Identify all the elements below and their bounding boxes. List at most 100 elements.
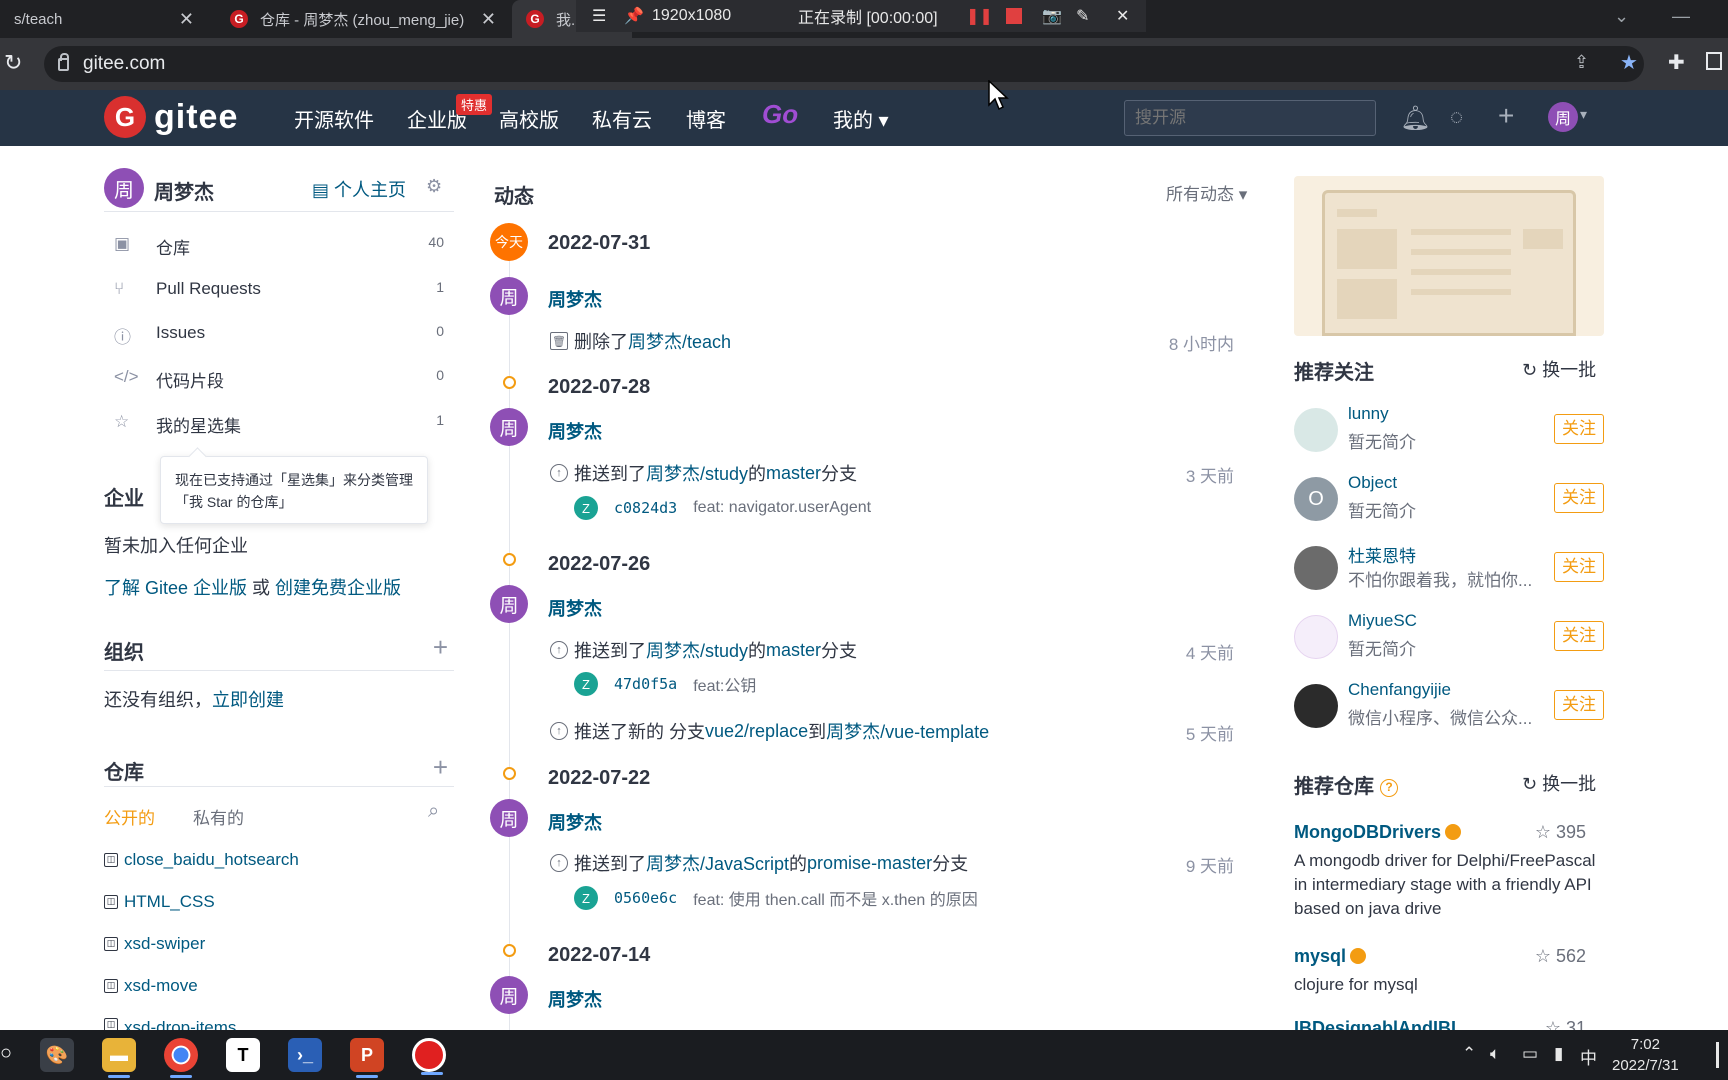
nav-open-source[interactable]: 开源软件 [294, 104, 374, 133]
nav-blog[interactable]: 博客 [686, 104, 726, 133]
branch-link[interactable]: master [766, 463, 821, 484]
list-item[interactable]: ◫ HTML_CSS [104, 892, 215, 912]
repo-link[interactable]: 周梦杰/vue-template [826, 718, 989, 744]
avatar[interactable] [1294, 615, 1338, 659]
feed-user[interactable]: 周梦杰 [548, 418, 602, 444]
repo-stars[interactable]: ☆ 31 [1545, 1018, 1586, 1030]
add-org-plus-icon[interactable]: + [433, 632, 448, 663]
menu-icon[interactable]: ☰ [592, 6, 606, 26]
repo-link[interactable]: IBDesignablAndIBI... [1294, 1018, 1471, 1030]
pen-icon[interactable]: ✎ [1076, 6, 1089, 26]
minimize-icon[interactable]: — [1672, 6, 1690, 27]
sidebar-item-collections[interactable]: ☆ 我的星选集 1 [104, 402, 454, 442]
repo-stars[interactable]: ☆ 395 [1535, 822, 1586, 843]
avatar[interactable]: 周 [104, 168, 144, 208]
list-item[interactable]: ◫ xsd-drop-items [104, 1018, 236, 1030]
avatar[interactable] [1294, 408, 1338, 452]
avatar[interactable]: 周 [490, 585, 528, 623]
battery-icon[interactable]: ▮ [1554, 1044, 1563, 1064]
commit-sha-link[interactable]: c0824d3 [614, 499, 677, 517]
explorer-app-icon[interactable]: ▬ [102, 1038, 136, 1078]
nav-mine[interactable]: 我的 ▾ [833, 104, 889, 133]
sidebar-item-pull-requests[interactable]: ⑂ Pull Requests 1 [104, 269, 454, 309]
sidebar-item-issues[interactable]: ⓘ Issues 0 [104, 313, 454, 353]
list-item[interactable]: ◫ close_baidu_hotsearch [104, 850, 299, 870]
follow-button[interactable]: 关注 [1554, 552, 1604, 582]
add-repo-plus-icon[interactable]: + [433, 752, 448, 783]
follow-user-link[interactable]: lunny [1348, 404, 1389, 424]
extensions-icon[interactable]: ✚ [1668, 50, 1685, 75]
chevron-down-icon[interactable]: ⌄ [1614, 6, 1629, 27]
create-enterprise-link[interactable]: 创建免费企业版 [275, 578, 401, 598]
repo-stars[interactable]: ☆ 562 [1535, 946, 1586, 967]
follow-button[interactable]: 关注 [1554, 690, 1604, 720]
sidebar-item-snippets[interactable]: </> 代码片段 0 [104, 357, 454, 397]
gear-icon[interactable]: ⚙ [426, 176, 442, 197]
repo-link[interactable]: MongoDBDrivers [1294, 822, 1441, 842]
repo-link[interactable]: 周梦杰/study [646, 637, 748, 663]
bookmark-star-icon[interactable]: ★ [1620, 50, 1638, 75]
commit-sha-link[interactable]: 0560e6c [614, 889, 677, 907]
branch-link[interactable]: master [766, 640, 821, 661]
close-icon[interactable]: ✕ [179, 9, 194, 30]
feed-user[interactable]: 周梦杰 [548, 986, 602, 1012]
avatar[interactable]: 周 [490, 277, 528, 315]
avatar[interactable] [1294, 684, 1338, 728]
follow-button[interactable]: 关注 [1554, 414, 1604, 444]
tab-private[interactable]: 私有的 [193, 804, 244, 829]
branch-link[interactable]: vue2/replace [705, 721, 808, 742]
browser-tab[interactable]: s/teach ✕ [0, 0, 206, 38]
camera-icon[interactable]: 📷 [1042, 6, 1062, 26]
tab-public[interactable]: 公开的 [104, 804, 155, 829]
gitee-logo[interactable]: G gitee [104, 96, 238, 138]
close-icon[interactable]: ✕ [481, 9, 496, 30]
search-input[interactable] [1124, 100, 1376, 136]
feed-user[interactable]: 周梦杰 [548, 286, 602, 312]
list-item[interactable]: ◫ xsd-move [104, 976, 198, 996]
share-icon[interactable]: ⇪ [1574, 52, 1589, 73]
repo-link[interactable]: 周梦杰/teach [628, 328, 731, 354]
commit-sha-link[interactable]: 47d0f5a [614, 675, 677, 693]
follow-user-link[interactable]: Object [1348, 473, 1397, 493]
follow-button[interactable]: 关注 [1554, 483, 1604, 513]
pause-icon[interactable]: ❚❚ [966, 6, 993, 26]
follow-user-link[interactable]: Chenfangyijie [1348, 680, 1451, 700]
avatar[interactable]: O [1294, 477, 1338, 521]
typora-app-icon[interactable]: T [226, 1038, 260, 1072]
chevron-up-icon[interactable]: ⌃ [1462, 1044, 1476, 1064]
browser-tab[interactable]: G 仓库 - 周梦杰 (zhou_meng_jie) ✕ [216, 0, 508, 38]
avatar[interactable]: 周 [490, 976, 528, 1014]
chevron-down-icon[interactable]: ▾ [1580, 106, 1587, 123]
promo-banner[interactable] [1294, 176, 1604, 336]
refresh-repos-button[interactable]: ↻ 换一批 [1522, 770, 1596, 796]
paint-app-icon[interactable]: 🎨 [40, 1038, 74, 1072]
repo-link[interactable]: mysql [1294, 946, 1346, 966]
recorder-app-icon[interactable] [412, 1038, 446, 1075]
user-name[interactable]: 周梦杰 [154, 176, 214, 205]
volume-icon[interactable]: 🔈︎ [1490, 1044, 1500, 1064]
learn-enterprise-link[interactable]: 了解 Gitee 企业版 [104, 578, 247, 598]
ime-indicator[interactable]: 中 [1580, 1044, 1597, 1069]
stop-icon[interactable] [1006, 8, 1022, 24]
avatar[interactable]: 周 [490, 799, 528, 837]
refresh-follow-button[interactable]: ↻ 换一批 [1522, 356, 1596, 382]
avatar[interactable] [1294, 546, 1338, 590]
powershell-app-icon[interactable]: ›_ [288, 1038, 322, 1072]
pin-icon[interactable]: 📌 [624, 6, 644, 26]
network-icon[interactable]: ▭ [1522, 1044, 1538, 1064]
follow-user-link[interactable]: 杜莱恩特 [1348, 542, 1416, 567]
reload-icon[interactable]: ↻ [4, 50, 22, 76]
powerpoint-app-icon[interactable]: P [350, 1038, 384, 1078]
search-icon[interactable]: ⌕ [428, 800, 439, 823]
nav-education[interactable]: 高校版 [499, 104, 559, 133]
bell-icon[interactable]: 🔔︎ [1400, 104, 1430, 133]
search-icon[interactable]: ○ [0, 1042, 12, 1065]
chrome-app-icon[interactable] [164, 1038, 198, 1078]
close-icon[interactable]: ✕ [1116, 6, 1129, 26]
feed-user[interactable]: 周梦杰 [548, 809, 602, 835]
create-org-link[interactable]: 立即创建 [212, 690, 284, 710]
url-field[interactable]: gitee.com ⇪ ★ [44, 46, 1644, 82]
follow-user-link[interactable]: MiyueSC [1348, 611, 1417, 631]
show-desktop-button[interactable] [1716, 1042, 1719, 1068]
system-clock[interactable]: 7:02 2022/7/31 [1612, 1034, 1679, 1076]
